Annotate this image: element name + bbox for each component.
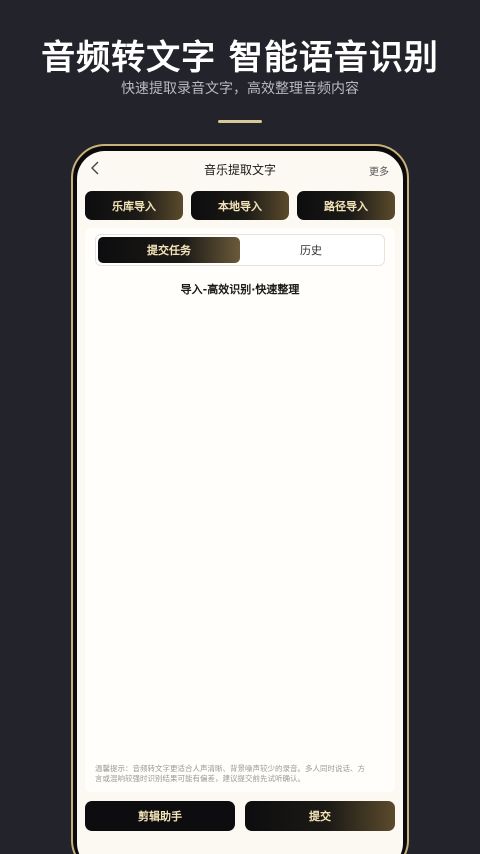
- edit-assistant-button[interactable]: 剪辑助手: [85, 801, 235, 831]
- feature-tagline: 导入-高效识别·快速整理: [180, 283, 300, 296]
- page-title: 音乐提取文字: [203, 163, 276, 177]
- bottom-action-row: 剪辑助手 提交: [85, 801, 395, 831]
- submit-button[interactable]: 提交: [245, 801, 395, 831]
- more-button[interactable]: 更多: [369, 163, 389, 178]
- tab-history[interactable]: 历史: [240, 237, 382, 263]
- tab-bar: 提交任务 历史: [95, 234, 385, 266]
- tab-submit-task[interactable]: 提交任务: [98, 237, 240, 263]
- local-import-button[interactable]: 本地导入: [191, 191, 289, 220]
- promo-divider: [218, 120, 262, 123]
- promo-subline: 快速提取录音文字，高效整理音频内容: [121, 81, 359, 97]
- warm-tip: 温馨提示：音频转文字更适合人声清晰、背景噪声较少的录音。多人同时说话、方言或混响…: [95, 764, 365, 783]
- phone-screen: 音乐提取文字 更多 乐库导入 本地导入 路径导入 提交任务 历史 导入-高效识别…: [77, 151, 403, 854]
- import-button-row: 乐库导入 本地导入 路径导入: [85, 191, 395, 221]
- promo-headline: 音频转文字 智能语音识别: [41, 38, 439, 78]
- nav-bar: 音乐提取文字 更多: [77, 151, 403, 187]
- task-card: 提交任务 历史 导入-高效识别·快速整理: [85, 228, 395, 792]
- path-import-button[interactable]: 路径导入: [297, 191, 395, 220]
- library-import-button[interactable]: 乐库导入: [85, 191, 183, 220]
